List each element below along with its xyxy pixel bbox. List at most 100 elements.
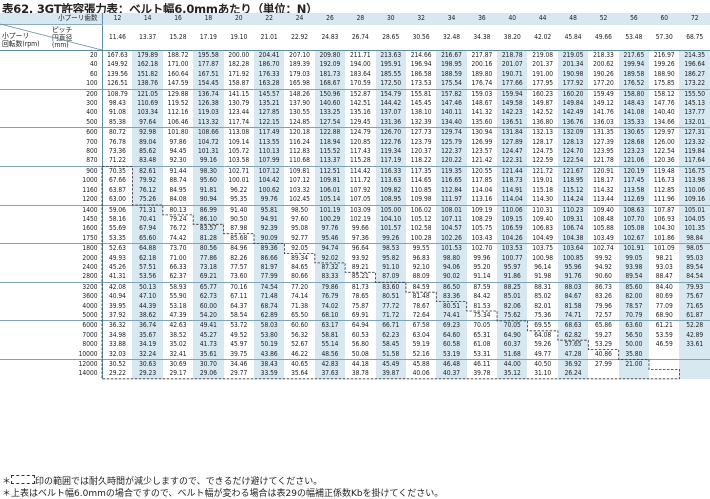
- tension-cell: 84.67: [557, 292, 589, 302]
- tension-cell: 114.04: [471, 185, 493, 194]
- tension-cell: 77.99: [253, 272, 285, 283]
- tension-cell: 95.20: [473, 262, 491, 271]
- tension-cell: 47.28: [557, 349, 589, 360]
- tension-cell: 106.83: [532, 224, 554, 233]
- dashed-box-legend: [11, 475, 36, 484]
- tension-cell: 44.39: [132, 301, 163, 311]
- tension-cell: 83.57: [193, 224, 224, 234]
- tension-cell: 95.96: [557, 262, 589, 273]
- tension-cell: 97.86: [169, 137, 187, 146]
- table-row: 10000 32.03 32.24 32.41 35.61 39.75 43.86 46.22…: [0, 349, 710, 360]
- tension-cell: 127.85: [253, 108, 285, 118]
- tension-cell: 63.60: [618, 320, 650, 331]
- tension-cell: 119.35: [436, 165, 467, 177]
- tension-cell: 41.73: [193, 340, 224, 350]
- tension-cell: 101.09: [649, 243, 680, 254]
- teeth-header-cell: 12: [102, 13, 133, 25]
- tension-cell: 130.65: [618, 127, 650, 138]
- tension-cell: 49.52: [230, 330, 248, 339]
- tension-cell: 126.38: [193, 99, 224, 109]
- table-row: 100 126.51 138.76 147.59 154.45 158.87 163.28 1…: [0, 79, 710, 90]
- tension-cell: 90.60: [594, 272, 612, 281]
- tension-cell: 103.58: [228, 156, 250, 165]
- tension-cell: 30.52: [102, 359, 133, 370]
- pitch-diameter-cell: 11.46: [102, 24, 133, 51]
- tension-cell: 158.80: [618, 88, 650, 100]
- table-row: 12000 30.52 30.63 30.69 30.70 34.46 38.43 40.65…: [0, 359, 710, 370]
- tension-cell: 110.85: [410, 185, 432, 194]
- tension-cell: 117.85: [471, 176, 493, 185]
- tension-cell: 80.13: [162, 204, 194, 215]
- tension-cell: 26.24: [557, 369, 589, 379]
- tension-cell: 114.42: [345, 165, 376, 177]
- tension-cell: 81.53: [473, 301, 491, 310]
- tension-cell: 32.41: [169, 349, 187, 358]
- tension-cell: 62.18: [132, 253, 163, 263]
- tension-cell: 118.22: [410, 156, 432, 165]
- tension-cell: 171.00: [167, 60, 189, 69]
- tension-cell: 87.98: [230, 224, 248, 233]
- table-row: 2000 49.93 62.18 71.00 77.86 82.26 86.66 89.34 9…: [0, 253, 710, 263]
- tension-cell: 97.64: [132, 117, 163, 128]
- tension-cell: 112.85: [653, 185, 675, 194]
- tension-cell: 74.02: [314, 301, 346, 311]
- tension-cell: 91.08: [108, 108, 126, 117]
- tension-cell: 100.01: [228, 176, 250, 185]
- tension-cell: 117.19: [375, 156, 406, 167]
- tension-cell: 122.31: [497, 156, 528, 167]
- tension-cell: 120.36: [653, 156, 675, 165]
- tension-cell: 58.54: [230, 310, 248, 319]
- tension-cell: 84.59: [405, 281, 437, 293]
- tension-cell: 127.89: [497, 137, 528, 148]
- tension-cell: 136.80: [532, 117, 554, 126]
- tension-cell: 83.60: [375, 281, 406, 293]
- tension-cell: 75.62: [497, 310, 528, 321]
- tension-cell: 85.62: [132, 147, 163, 157]
- table-row: 2800 41.31 53.56 62.37 69.21 73.60 77.99 80.66 8…: [0, 272, 710, 283]
- tension-cell: 118.95: [557, 176, 589, 186]
- rpm-cell: 2800: [0, 272, 103, 283]
- tension-cell: 114.24: [557, 195, 589, 205]
- tension-cell: 218.33: [593, 51, 614, 59]
- tension-cell: 137.77: [679, 108, 710, 118]
- tension-cell: 170.59: [349, 79, 371, 88]
- tension-cell: 84.40: [649, 281, 680, 293]
- teeth-header-cell: 24: [284, 13, 315, 25]
- rpm-cell: 1160: [0, 185, 103, 196]
- tension-cell: 119.34: [375, 147, 406, 157]
- tension-cell: 98.50: [284, 204, 315, 215]
- tension-cell: 37.63: [314, 369, 346, 379]
- teeth-header-cell: 18: [193, 13, 224, 25]
- tension-cell: 110.68: [289, 156, 310, 165]
- teeth-header-cell: 44: [527, 13, 558, 25]
- pitch-diameter-cell: 19.10: [223, 24, 254, 51]
- corner-header-cell: ピッチ 円直径 (mm) 小プーリ 回転数(rpm): [0, 24, 103, 51]
- teeth-header-cell: 48: [557, 13, 589, 25]
- tension-cell: 99.05: [618, 253, 650, 263]
- rpm-cell: 1600: [0, 224, 103, 234]
- tension-cell: 122.76: [375, 137, 406, 148]
- pitch-diameter-cell: 57.30: [649, 24, 680, 51]
- tension-cell: 105.01: [679, 204, 710, 215]
- tension-cell: 136.51: [497, 117, 528, 128]
- tension-cell: 86.73: [588, 281, 619, 293]
- tension-cell: 112.83: [289, 147, 310, 156]
- tension-cell: 63.87: [108, 185, 126, 194]
- tension-cell: 113.08: [223, 127, 254, 138]
- table-row: 2400 45.26 57.51 66.33 73.18 77.57 81.97 84.65 8…: [0, 262, 710, 273]
- tension-cell: 79.96: [594, 301, 612, 310]
- tension-cell: 120.22: [436, 156, 467, 167]
- tension-cell: 53.80: [253, 330, 285, 341]
- tension-cell: 186.70: [253, 60, 285, 70]
- tension-cell: 94.45: [169, 147, 187, 156]
- tension-cell: 145.13: [679, 99, 710, 109]
- tension-cell: 104.05: [679, 214, 710, 225]
- tension-cell: 58.16: [108, 214, 126, 223]
- tension-cell: 120.55: [466, 165, 498, 177]
- tension-cell: 85.68: [230, 233, 248, 242]
- tension-cell: 108.01: [436, 204, 467, 215]
- tension-cell: 141.32: [471, 108, 493, 117]
- tension-cell: 35.67: [132, 330, 163, 341]
- tension-cell: 109.15: [497, 214, 528, 225]
- tension-cell: 95.35: [230, 195, 248, 204]
